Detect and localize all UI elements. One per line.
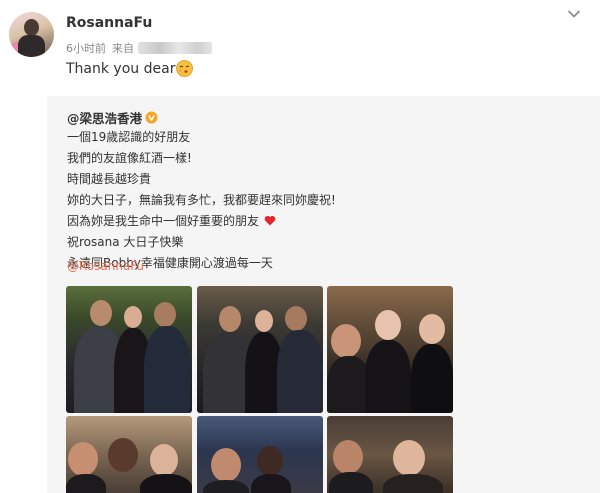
photo-2[interactable] xyxy=(197,286,323,413)
weibo-post: RosannaFu 6小时前 来自 Thank you dear @梁思浩香港 xyxy=(0,0,600,493)
avatar-head xyxy=(24,19,39,36)
photo-4[interactable] xyxy=(66,416,192,493)
photo-6[interactable] xyxy=(327,416,453,493)
repost-line-5-wrap: 因為妳是我生命中一個好重要的朋友 xyxy=(67,212,276,229)
original-author: @梁思浩香港 xyxy=(67,108,158,127)
verified-v-badge-icon xyxy=(145,111,158,124)
original-author-name[interactable]: @梁思浩香港 xyxy=(67,108,142,127)
post-source-blurred xyxy=(138,42,212,54)
repost-line-3: 時間越長越珍貴 xyxy=(67,172,152,186)
photo-5[interactable] xyxy=(197,416,323,493)
post-source-prefix: 来自 xyxy=(112,42,134,55)
repost-line-2: 我們的友誼像紅酒一樣! xyxy=(67,151,192,165)
avatar[interactable] xyxy=(9,12,54,57)
post-text: Thank you dear xyxy=(66,60,176,77)
post-text-line: Thank you dear xyxy=(66,60,194,77)
post-meta: 6小时前 来自 xyxy=(66,40,212,56)
photo-3[interactable] xyxy=(327,286,453,413)
avatar-body xyxy=(18,35,45,57)
red-heart-icon xyxy=(264,215,276,226)
repost-card: @梁思浩香港 一個19歲認識的好朋友 我們的友誼像紅酒一樣! 時間越長越珍貴 妳… xyxy=(47,96,600,493)
kiss-face-emoji-icon xyxy=(176,60,194,77)
photo-1[interactable] xyxy=(66,286,192,413)
mention-link[interactable]: @RosannaFu xyxy=(67,259,144,273)
chevron-down-icon[interactable] xyxy=(566,6,582,22)
post-time[interactable]: 6小时前 xyxy=(66,40,106,56)
username[interactable]: RosannaFu xyxy=(66,15,152,31)
repost-line-6: 祝rosana 大日子快樂 xyxy=(67,235,184,249)
repost-line-4: 妳的大日子，無論我有多忙，我都要趕來同妳慶祝! xyxy=(67,193,336,207)
repost-line-1: 一個19歲認識的好朋友 xyxy=(67,130,191,144)
repost-line-5: 因為妳是我生命中一個好重要的朋友 xyxy=(67,214,260,228)
